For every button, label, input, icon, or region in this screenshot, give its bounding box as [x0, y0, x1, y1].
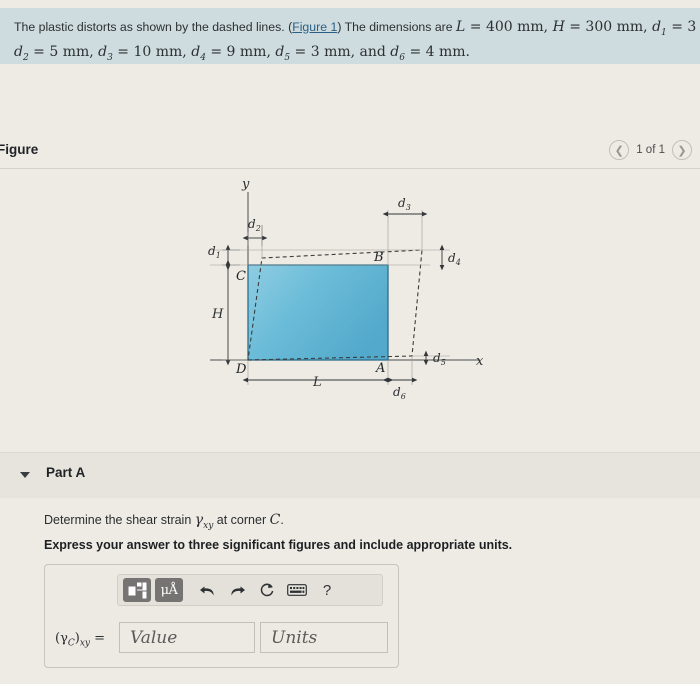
- redo-arrow-icon[interactable]: [224, 578, 250, 602]
- chevron-right-icon: ❯: [677, 144, 687, 157]
- figure-title: Figure: [0, 142, 39, 157]
- question-text: Determine the shear strain γxy at corner…: [44, 512, 284, 531]
- problem-statement-line-1: The plastic distorts as shown by the das…: [14, 19, 700, 38]
- question-prefix: Determine the shear strain: [44, 513, 195, 527]
- y-axis-label: y: [241, 177, 250, 192]
- math-template-icon[interactable]: [123, 578, 151, 602]
- figure-header-divider: [0, 168, 700, 169]
- problem-text-mid: ) The dimensions are: [337, 20, 457, 34]
- corner-label-A: A: [375, 361, 385, 376]
- figure-pager: ❮ 1 of 1 ❯: [609, 140, 692, 160]
- dimension-label-H: H: [211, 307, 224, 322]
- part-a-header[interactable]: Part A: [0, 453, 700, 498]
- answer-input-box: μÅ ? (γC)xy = Value Units: [44, 564, 399, 668]
- dimension-H: H: [552, 19, 565, 35]
- dimension-d5: d5: [275, 43, 291, 63]
- figure-panel: y x d1 d2 d3 d4 d5 d6 L H C B A D: [0, 170, 700, 442]
- figure-prev-button[interactable]: ❮: [609, 140, 630, 160]
- dimension-label-L: L: [312, 375, 322, 390]
- problem-statement-banner: The plastic distorts as shown by the das…: [0, 8, 700, 64]
- dimension-label-d2: d2: [248, 217, 261, 233]
- dimension-d1: d1: [652, 19, 667, 38]
- figure-1-link[interactable]: Figure 1: [292, 20, 337, 34]
- corner-label-B: B: [373, 250, 384, 265]
- figure-pager-label: 1 of 1: [636, 144, 665, 156]
- dimension-d3: d3: [98, 43, 113, 63]
- answer-variable-label: (γC)xy =: [55, 631, 106, 649]
- undo-arrow-icon[interactable]: [194, 578, 220, 602]
- answer-units-input[interactable]: Units: [260, 622, 388, 653]
- problem-statement-line-2: d2 = 5 mm, d3 = 10 mm, d4 = 9 mm, d5 = 3…: [14, 43, 470, 63]
- reset-circle-icon[interactable]: [254, 578, 280, 602]
- corner-label-C: C: [236, 269, 246, 284]
- corner-label-D: D: [235, 362, 247, 377]
- chevron-left-icon: ❮: [614, 144, 624, 157]
- figure-header: Figure ❮ 1 of 1 ❯: [0, 136, 700, 168]
- keyboard-icon[interactable]: [284, 578, 310, 602]
- dimension-label-d1: d1: [208, 244, 221, 260]
- answer-instruction: Express your answer to three significant…: [44, 538, 513, 552]
- keyboard-glyph: [287, 584, 307, 596]
- dimension-d4: d4: [191, 43, 206, 63]
- dimension-d2: d2: [14, 43, 29, 63]
- problem-text-prefix: The plastic distorts as shown by the das…: [14, 20, 293, 34]
- dimension-label-d4: d4: [448, 251, 461, 267]
- shear-strain-symbol: γxy: [194, 512, 214, 531]
- plastic-distortion-diagram[interactable]: y x d1 d2 d3 d4 d5 d6 L H C B A D: [150, 170, 530, 440]
- dimension-label-d6: d6: [393, 385, 406, 401]
- dimension-label-d5: d5: [433, 351, 446, 367]
- redo-arrow-glyph: [230, 586, 245, 595]
- dimension-d6: d6: [390, 43, 405, 63]
- math-template-glyph: [128, 582, 146, 598]
- answer-toolbar: μÅ ?: [117, 574, 383, 606]
- dimension-label-d3: d3: [398, 196, 411, 212]
- units-button[interactable]: μÅ: [155, 578, 183, 602]
- figure-next-button[interactable]: ❯: [672, 140, 692, 160]
- dimension-L: L: [456, 19, 466, 35]
- caret-down-icon[interactable]: [20, 472, 30, 478]
- question-suffix: .: [280, 513, 284, 527]
- undeformed-plate: [247, 264, 389, 361]
- help-button[interactable]: ?: [314, 578, 340, 602]
- part-a-label: Part A: [46, 465, 86, 480]
- reset-circle-glyph: [260, 583, 274, 597]
- undo-arrow-glyph: [199, 586, 214, 595]
- x-axis-label: x: [476, 354, 484, 369]
- corner-reference-C: C: [269, 512, 281, 528]
- question-mid: at corner: [213, 513, 270, 527]
- answer-value-input[interactable]: Value: [119, 622, 255, 653]
